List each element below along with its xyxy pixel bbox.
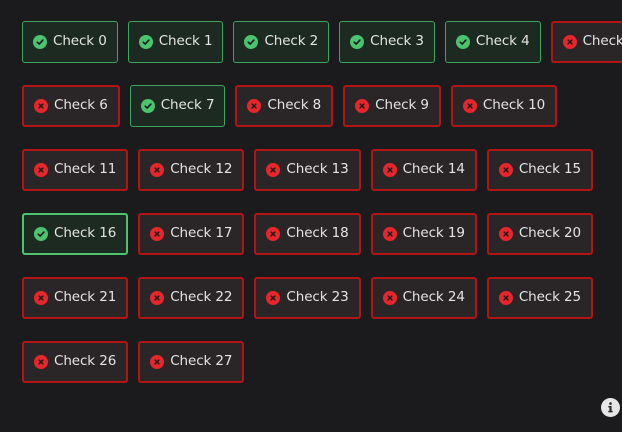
check-chip-21[interactable]: Check 21 <box>22 277 129 319</box>
check-label: Check 6 <box>54 97 108 114</box>
x-circle-icon <box>150 227 165 241</box>
check-label: Check 17 <box>170 225 233 242</box>
check-chip-0[interactable]: Check 0 <box>22 21 118 63</box>
check-label: Check 2 <box>264 33 319 50</box>
check-chip-12[interactable]: Check 12 <box>138 149 245 191</box>
check-chip-24[interactable]: Check 24 <box>370 277 477 319</box>
check-circle-icon <box>34 227 48 241</box>
check-label: Check 1 <box>158 33 213 50</box>
checks-row: Check 11 Check 12 Check 13 Check 14 Chec… <box>22 149 612 191</box>
x-circle-icon <box>266 227 281 241</box>
check-label: Check 0 <box>53 33 107 50</box>
check-label: Check 19 <box>402 225 465 242</box>
check-label: Check 20 <box>518 225 582 242</box>
checks-row: Check 16 Check 17 Check 18 Check 19 Chec… <box>22 213 612 255</box>
check-chip-20[interactable]: Check 20 <box>486 213 594 255</box>
check-chip-8[interactable]: Check 8 <box>235 85 334 127</box>
x-circle-icon <box>150 355 165 369</box>
check-chip-27[interactable]: Check 27 <box>138 341 245 383</box>
check-chip-7[interactable]: Check 7 <box>129 85 226 127</box>
check-circle-icon <box>138 35 153 49</box>
x-circle-icon <box>462 99 477 113</box>
check-chip-10[interactable]: Check 10 <box>450 85 558 127</box>
check-label: Check 21 <box>54 289 117 306</box>
check-chip-14[interactable]: Check 14 <box>370 149 477 191</box>
check-chip-4[interactable]: Check 4 <box>444 21 541 63</box>
check-label: Check 4 <box>475 33 530 50</box>
check-label: Check 3 <box>370 33 424 50</box>
check-chip-25[interactable]: Check 25 <box>486 277 594 319</box>
check-label: Check 18 <box>286 225 349 242</box>
check-label: Check 12 <box>170 161 233 178</box>
check-label: Check 13 <box>286 161 349 178</box>
check-chip-22[interactable]: Check 22 <box>138 277 245 319</box>
check-chip-1[interactable]: Check 1 <box>127 21 224 63</box>
check-circle-icon <box>140 99 155 113</box>
checks-row: Check 0 Check 1 Check 2 Check 3 Check 4 … <box>22 21 622 63</box>
x-circle-icon <box>150 163 165 177</box>
check-circle-icon <box>455 35 470 49</box>
x-circle-icon <box>562 35 577 49</box>
x-circle-icon <box>150 291 165 305</box>
check-chip-6[interactable]: Check 6 <box>22 85 120 127</box>
check-label: Check 25 <box>518 289 582 306</box>
check-label: Check 26 <box>54 353 117 370</box>
check-chip-23[interactable]: Check 23 <box>254 277 361 319</box>
x-circle-icon <box>498 291 513 305</box>
check-label: Check 8 <box>267 97 322 114</box>
check-chip-18[interactable]: Check 18 <box>254 213 361 255</box>
check-chip-3[interactable]: Check 3 <box>339 21 435 63</box>
check-circle-icon <box>350 35 365 49</box>
check-label: Check 23 <box>286 289 349 306</box>
x-circle-icon <box>498 163 513 177</box>
x-circle-icon <box>34 291 48 305</box>
check-label: Check 16 <box>54 225 117 242</box>
check-label: Check 24 <box>402 289 465 306</box>
x-circle-icon <box>355 99 370 113</box>
check-label: Check 7 <box>160 97 215 114</box>
check-chip-15[interactable]: Check 15 <box>486 149 594 191</box>
check-label: Check 10 <box>482 97 546 114</box>
check-circle-icon <box>244 35 259 49</box>
info-icon <box>608 402 613 413</box>
x-circle-icon <box>266 163 281 177</box>
x-circle-icon <box>382 163 397 177</box>
check-chip-9[interactable]: Check 9 <box>343 85 441 127</box>
check-chip-5[interactable]: Check 5 <box>550 21 622 63</box>
x-circle-icon <box>266 291 281 305</box>
check-label: Check 14 <box>402 161 465 178</box>
checks-row: Check 26 Check 27 <box>22 341 612 383</box>
x-circle-icon <box>34 355 48 369</box>
check-chip-19[interactable]: Check 19 <box>370 213 477 255</box>
x-circle-icon <box>382 227 397 241</box>
info-button[interactable] <box>601 398 620 417</box>
check-label: Check 22 <box>170 289 233 306</box>
x-circle-icon <box>382 291 397 305</box>
x-circle-icon <box>247 99 262 113</box>
check-chip-16[interactable]: Check 16 <box>22 213 129 255</box>
checks-grid: Check 0 Check 1 Check 2 Check 3 Check 4 … <box>22 21 622 405</box>
x-circle-icon <box>34 163 48 177</box>
check-label: Check 27 <box>170 353 233 370</box>
x-circle-icon <box>498 227 513 241</box>
check-chip-11[interactable]: Check 11 <box>22 149 129 191</box>
x-circle-icon <box>34 99 48 113</box>
check-chip-17[interactable]: Check 17 <box>138 213 245 255</box>
check-label: Check 15 <box>518 161 582 178</box>
check-label: Check 11 <box>54 161 117 178</box>
check-label: Check 5 <box>582 33 622 50</box>
check-chip-2[interactable]: Check 2 <box>233 21 330 63</box>
check-chip-13[interactable]: Check 13 <box>254 149 361 191</box>
check-label: Check 9 <box>375 97 429 114</box>
checks-row: Check 21 Check 22 Check 23 Check 24 Chec… <box>22 277 612 319</box>
check-circle-icon <box>33 35 47 49</box>
checks-row: Check 6 Check 7 Check 8 Check 9 Check 10 <box>22 85 612 127</box>
check-chip-26[interactable]: Check 26 <box>22 341 129 383</box>
